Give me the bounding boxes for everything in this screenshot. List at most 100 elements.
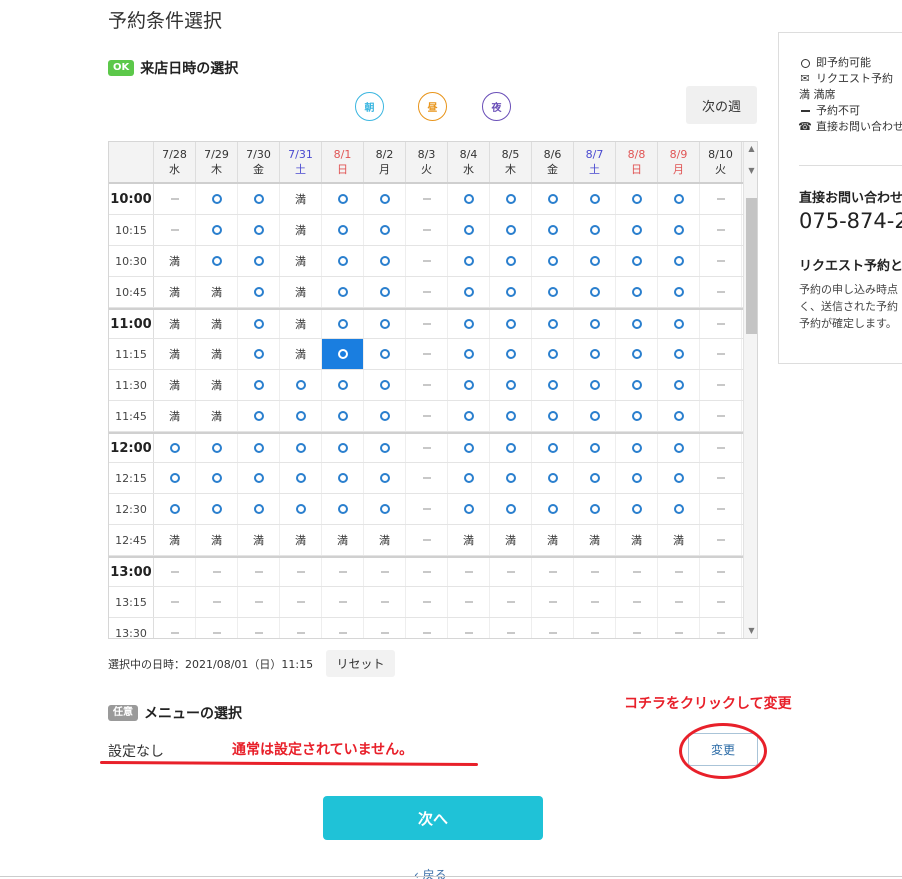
slot-cell-available[interactable] xyxy=(658,463,700,493)
slot-cell-available[interactable] xyxy=(364,434,406,462)
slot-cell-available[interactable] xyxy=(238,463,280,493)
slot-cell-available[interactable] xyxy=(532,339,574,369)
slot-cell-available[interactable] xyxy=(322,246,364,276)
slot-cell-available[interactable] xyxy=(658,494,700,524)
slot-cell-available[interactable] xyxy=(658,434,700,462)
slot-cell-available[interactable] xyxy=(364,215,406,245)
slot-cell-available[interactable] xyxy=(532,184,574,214)
slot-cell-available[interactable] xyxy=(238,494,280,524)
slot-cell-selected[interactable] xyxy=(322,339,364,369)
slot-cell-available[interactable] xyxy=(322,184,364,214)
slot-cell-available[interactable] xyxy=(490,494,532,524)
slot-cell-available[interactable] xyxy=(490,434,532,462)
slot-cell-available[interactable] xyxy=(364,463,406,493)
slot-cell-available[interactable] xyxy=(154,434,196,462)
slot-cell-available[interactable] xyxy=(364,339,406,369)
slot-cell-available[interactable] xyxy=(448,277,490,307)
slot-cell-available[interactable] xyxy=(658,184,700,214)
slot-cell-available[interactable] xyxy=(196,215,238,245)
slot-cell-available[interactable] xyxy=(238,401,280,431)
slot-cell-available[interactable] xyxy=(448,494,490,524)
slot-cell-available[interactable] xyxy=(322,434,364,462)
slot-cell-available[interactable] xyxy=(532,246,574,276)
slot-cell-available[interactable] xyxy=(532,370,574,400)
slot-cell-available[interactable] xyxy=(280,434,322,462)
slot-cell-available[interactable] xyxy=(574,434,616,462)
slot-cell-available[interactable] xyxy=(280,494,322,524)
slot-cell-available[interactable] xyxy=(574,494,616,524)
slot-cell-available[interactable] xyxy=(658,310,700,338)
slot-cell-available[interactable] xyxy=(364,246,406,276)
slot-cell-available[interactable] xyxy=(280,463,322,493)
slot-cell-available[interactable] xyxy=(196,246,238,276)
slot-cell-available[interactable] xyxy=(238,215,280,245)
slot-cell-available[interactable] xyxy=(448,184,490,214)
slot-cell-available[interactable] xyxy=(532,494,574,524)
slot-cell-available[interactable] xyxy=(490,463,532,493)
slot-cell-available[interactable] xyxy=(364,494,406,524)
slot-cell-available[interactable] xyxy=(658,401,700,431)
slot-cell-available[interactable] xyxy=(658,277,700,307)
slot-cell-available[interactable] xyxy=(448,434,490,462)
slot-cell-available[interactable] xyxy=(574,215,616,245)
slot-cell-available[interactable] xyxy=(322,494,364,524)
slot-cell-available[interactable] xyxy=(574,246,616,276)
slot-cell-available[interactable] xyxy=(448,370,490,400)
slot-cell-available[interactable] xyxy=(322,401,364,431)
slot-cell-available[interactable] xyxy=(658,370,700,400)
slot-cell-available[interactable] xyxy=(280,401,322,431)
slot-cell-available[interactable] xyxy=(196,463,238,493)
slot-cell-available[interactable] xyxy=(616,184,658,214)
slot-cell-available[interactable] xyxy=(280,370,322,400)
slot-cell-available[interactable] xyxy=(448,246,490,276)
slot-cell-available[interactable] xyxy=(490,370,532,400)
slot-cell-available[interactable] xyxy=(574,401,616,431)
slot-filter-1[interactable]: 昼 xyxy=(418,92,447,121)
slot-cell-available[interactable] xyxy=(448,339,490,369)
slot-cell-available[interactable] xyxy=(490,277,532,307)
slot-cell-available[interactable] xyxy=(616,339,658,369)
next-week-button[interactable]: 次の週 xyxy=(686,86,757,124)
phone-number[interactable]: 075-874-2 xyxy=(799,209,902,233)
slot-filter-0[interactable]: 朝 xyxy=(355,92,384,121)
slot-cell-available[interactable] xyxy=(238,310,280,338)
slot-cell-available[interactable] xyxy=(364,401,406,431)
slot-cell-available[interactable] xyxy=(238,370,280,400)
scroll-up-icon[interactable]: ▲ xyxy=(744,142,757,156)
slot-cell-available[interactable] xyxy=(238,339,280,369)
back-link[interactable]: ‹ 戻る xyxy=(414,866,447,879)
slot-cell-available[interactable] xyxy=(154,494,196,524)
slot-cell-available[interactable] xyxy=(490,401,532,431)
slot-filter-2[interactable]: 夜 xyxy=(482,92,511,121)
slot-cell-available[interactable] xyxy=(322,215,364,245)
slot-cell-available[interactable] xyxy=(196,184,238,214)
slot-cell-available[interactable] xyxy=(532,401,574,431)
slot-cell-available[interactable] xyxy=(616,401,658,431)
slot-cell-available[interactable] xyxy=(196,494,238,524)
slot-cell-available[interactable] xyxy=(364,184,406,214)
slot-cell-available[interactable] xyxy=(322,310,364,338)
slot-cell-available[interactable] xyxy=(616,215,658,245)
slot-cell-available[interactable] xyxy=(490,246,532,276)
slot-cell-available[interactable] xyxy=(532,463,574,493)
next-button[interactable]: 次へ xyxy=(323,796,543,840)
slot-cell-available[interactable] xyxy=(616,277,658,307)
slot-cell-available[interactable] xyxy=(658,339,700,369)
slot-cell-available[interactable] xyxy=(616,246,658,276)
scroll-thumb[interactable] xyxy=(746,198,757,334)
slot-cell-available[interactable] xyxy=(490,215,532,245)
slot-cell-available[interactable] xyxy=(658,246,700,276)
slot-cell-available[interactable] xyxy=(532,215,574,245)
scroll-down-icon[interactable]: ▼ xyxy=(744,624,757,638)
slot-cell-available[interactable] xyxy=(448,310,490,338)
slot-cell-available[interactable] xyxy=(532,310,574,338)
slot-cell-available[interactable] xyxy=(238,246,280,276)
slot-cell-available[interactable] xyxy=(364,277,406,307)
reset-button[interactable]: リセット xyxy=(326,650,395,677)
grid-scrollbar[interactable]: ▲ ▼ ▼ xyxy=(743,142,757,638)
slot-cell-available[interactable] xyxy=(322,463,364,493)
slot-cell-available[interactable] xyxy=(490,184,532,214)
slot-cell-available[interactable] xyxy=(364,310,406,338)
slot-cell-available[interactable] xyxy=(616,463,658,493)
slot-cell-available[interactable] xyxy=(238,277,280,307)
